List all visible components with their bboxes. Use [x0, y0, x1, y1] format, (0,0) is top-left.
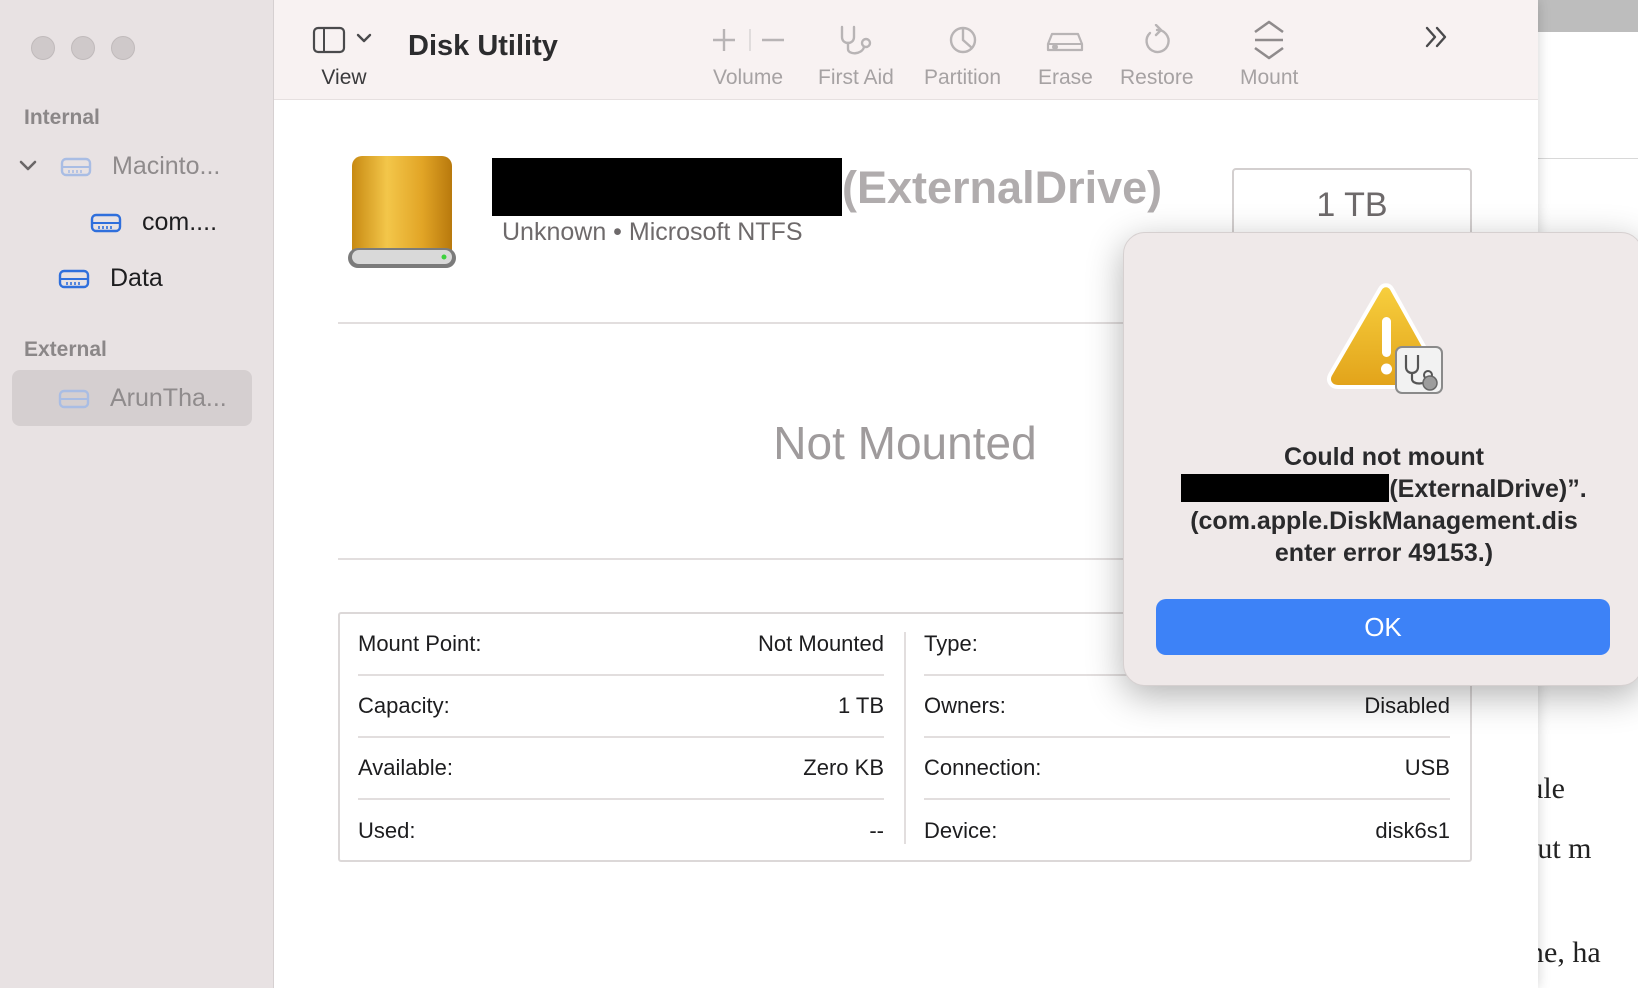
info-row-connection: Connection: USB — [924, 738, 1450, 800]
drive-subtitle: Unknown • Microsoft NTFS — [502, 218, 803, 246]
info-label: Available: — [358, 755, 453, 780]
sidebar-item-macintosh[interactable]: Macinto... — [18, 138, 250, 194]
erase-disk-icon — [1046, 18, 1084, 62]
sidebar-section-external: External — [24, 338, 107, 361]
app-title: Disk Utility — [408, 30, 558, 62]
external-disk-icon — [58, 389, 90, 409]
info-row-capacity: Capacity: 1 TB — [358, 676, 884, 738]
info-row-available: Available: Zero KB — [358, 738, 884, 800]
info-label: Mount Point: — [358, 631, 482, 656]
sidebar: Internal Macinto... com.... Data Externa… — [0, 0, 274, 988]
double-chevron-right-icon — [1425, 26, 1447, 48]
info-value: Zero KB — [803, 755, 884, 780]
sidebar-item-label: Macinto... — [112, 151, 221, 180]
info-value: 1 TB — [837, 693, 884, 718]
ok-button[interactable]: OK — [1156, 599, 1610, 655]
redacted-drive-name — [1181, 474, 1390, 502]
first-aid-button[interactable]: First Aid — [818, 18, 894, 90]
erase-button[interactable]: Erase — [1038, 18, 1093, 90]
stethoscope-icon — [836, 18, 876, 62]
info-label: Device: — [924, 818, 998, 843]
info-value: -- — [869, 818, 884, 843]
alert-message-line: enter error 49153.) — [1274, 539, 1494, 567]
info-row-mount-point: Mount Point: Not Mounted — [358, 614, 884, 676]
chevron-down-icon[interactable] — [18, 159, 38, 173]
volume-label: Volume — [712, 66, 784, 89]
redacted-drive-name — [492, 158, 842, 216]
partition-pie-icon — [947, 18, 979, 62]
info-label: Capacity: — [358, 693, 450, 718]
minimize-window-button[interactable] — [71, 36, 95, 60]
partition-button[interactable]: Partition — [924, 18, 1001, 90]
sidebar-item-external-drive[interactable]: ArunTha... — [12, 370, 252, 426]
volume-button[interactable]: Volume — [708, 18, 788, 90]
sidebar-item-com[interactable]: com.... — [90, 194, 250, 250]
alert-message: Could not mount (ExternalDrive)”. (com.a… — [1134, 441, 1634, 569]
alert-message-line: (com.apple.DiskManagement.dis — [1190, 507, 1578, 535]
alert-message-line: Could not mount — [1284, 443, 1484, 471]
volume-disk-icon — [58, 269, 90, 289]
alert-message-drive: (ExternalDrive)”. — [1389, 475, 1587, 503]
toolbar-overflow-button[interactable] — [1422, 22, 1452, 52]
mount-icon — [1251, 18, 1287, 62]
info-label: Owners: — [924, 693, 1006, 718]
info-label: Type: — [924, 631, 978, 656]
add-remove-volume-icon — [708, 18, 788, 62]
info-row-used: Used: -- — [358, 800, 884, 862]
close-window-button[interactable] — [31, 36, 55, 60]
zoom-window-button[interactable] — [111, 36, 135, 60]
sidebar-item-label: com.... — [142, 207, 218, 236]
sidebar-section-internal: Internal — [24, 106, 100, 129]
internal-disk-icon — [60, 157, 92, 177]
mount-label: Mount — [1240, 66, 1299, 89]
sidebar-toggle-icon — [312, 18, 376, 62]
warning-icon — [1327, 283, 1443, 394]
partition-label: Partition — [924, 66, 1002, 89]
sidebar-item-data[interactable]: Data — [58, 250, 250, 306]
erase-label: Erase — [1038, 66, 1093, 89]
info-label: Connection: — [924, 755, 1042, 780]
drive-title: (ExternalDrive) — [842, 162, 1163, 213]
info-label: Used: — [358, 818, 416, 843]
toolbar: View Disk Utility Volume First Aid Parti… — [274, 0, 1538, 100]
sidebar-item-label: ArunTha... — [110, 383, 227, 412]
first-aid-label: First Aid — [818, 66, 894, 89]
mount-error-dialog: Could not mount (ExternalDrive)”. (com.a… — [1123, 232, 1638, 686]
mount-button[interactable]: Mount — [1240, 18, 1298, 90]
view-button[interactable]: View — [312, 18, 376, 90]
info-value: Disabled — [1364, 693, 1450, 718]
info-column-divider — [904, 632, 906, 844]
restore-label: Restore — [1120, 66, 1194, 89]
volume-disk-icon — [90, 213, 122, 233]
info-value: USB — [1404, 755, 1450, 780]
sidebar-item-label: Data — [110, 263, 163, 292]
restore-arrow-icon — [1142, 18, 1172, 62]
restore-button[interactable]: Restore — [1120, 18, 1194, 90]
info-value: Not Mounted — [758, 631, 884, 656]
info-value: disk6s1 — [1375, 818, 1450, 843]
view-label: View — [321, 66, 367, 89]
info-row-device: Device: disk6s1 — [924, 800, 1450, 862]
external-drive-icon — [348, 156, 456, 268]
alert-message-line-2: (ExternalDrive)”. — [1134, 473, 1634, 505]
